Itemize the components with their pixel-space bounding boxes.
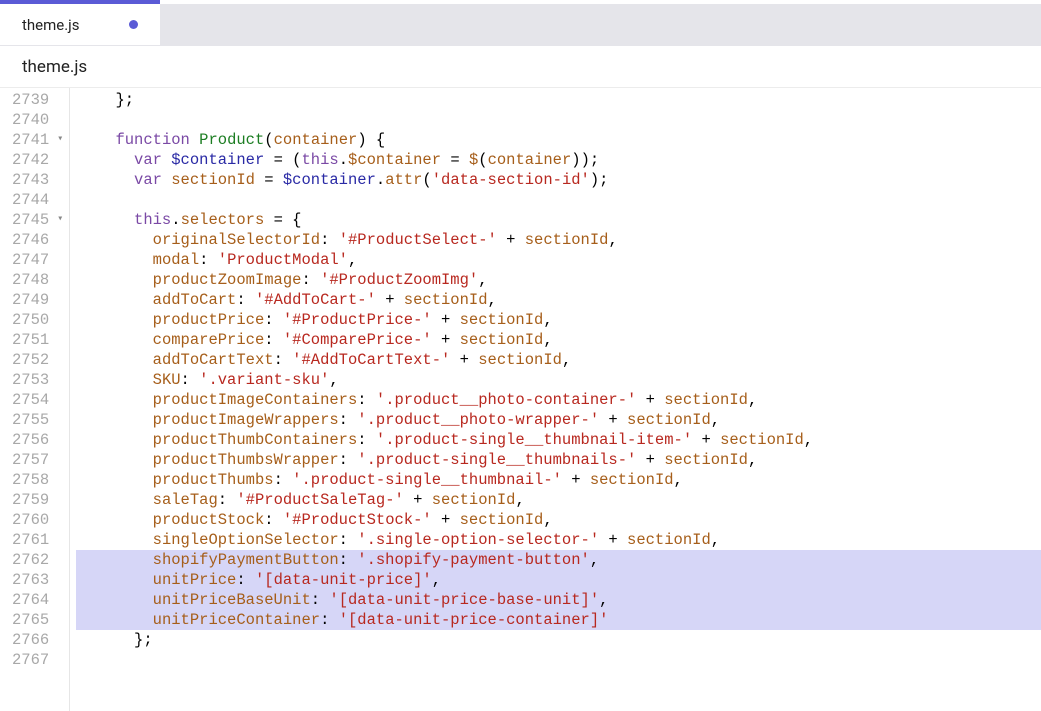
gutter-line: 2760	[12, 510, 63, 530]
code-line[interactable]: addToCart: '#AddToCart-' + sectionId,	[76, 290, 1041, 310]
gutter-line: 2756	[12, 430, 63, 450]
gutter-line: 2751	[12, 330, 63, 350]
gutter-line: 2757	[12, 450, 63, 470]
code-line[interactable]: function Product(container) {	[76, 130, 1041, 150]
breadcrumb: theme.js	[0, 46, 1041, 88]
gutter-line: 2754	[12, 390, 63, 410]
tab-theme-js[interactable]: theme.js	[0, 4, 160, 45]
code-line[interactable]: unitPriceContainer: '[data-unit-price-co…	[76, 610, 1041, 630]
code-line[interactable]: productThumbsWrapper: '.product-single__…	[76, 450, 1041, 470]
code-line[interactable]	[76, 190, 1041, 210]
code-line[interactable]: var $container = (this.$container = $(co…	[76, 150, 1041, 170]
code-line[interactable]: productImageWrappers: '.product__photo-w…	[76, 410, 1041, 430]
gutter-line: 2765	[12, 610, 63, 630]
gutter-line: 2764	[12, 590, 63, 610]
code-line[interactable]: productPrice: '#ProductPrice-' + section…	[76, 310, 1041, 330]
code-line[interactable]: singleOptionSelector: '.single-option-se…	[76, 530, 1041, 550]
gutter-line: 2763	[12, 570, 63, 590]
code-line[interactable]: unitPriceBaseUnit: '[data-unit-price-bas…	[76, 590, 1041, 610]
gutter-line: 2766	[12, 630, 63, 650]
code-line[interactable]: SKU: '.variant-sku',	[76, 370, 1041, 390]
code-line[interactable]: saleTag: '#ProductSaleTag-' + sectionId,	[76, 490, 1041, 510]
gutter-line: 2746	[12, 230, 63, 250]
code-area[interactable]: }; function Product(container) { var $co…	[70, 88, 1041, 711]
gutter-line: 2767	[12, 650, 63, 670]
code-line[interactable]: comparePrice: '#ComparePrice-' + section…	[76, 330, 1041, 350]
gutter-line: 2753	[12, 370, 63, 390]
code-line[interactable]: productImageContainers: '.product__photo…	[76, 390, 1041, 410]
gutter-line: 2759	[12, 490, 63, 510]
fold-arrow-icon[interactable]: ▾	[53, 210, 63, 230]
code-line[interactable]	[76, 110, 1041, 130]
code-line[interactable]: addToCartText: '#AddToCartText-' + secti…	[76, 350, 1041, 370]
code-line[interactable]: productZoomImage: '#ProductZoomImg',	[76, 270, 1041, 290]
gutter-line: 2749	[12, 290, 63, 310]
code-line[interactable]: productThumbs: '.product-single__thumbna…	[76, 470, 1041, 490]
gutter: 273927402741▾2742274327442745▾2746274727…	[0, 88, 70, 711]
gutter-line: 2752	[12, 350, 63, 370]
gutter-line: 2748	[12, 270, 63, 290]
gutter-line: 2761	[12, 530, 63, 550]
gutter-line: 2740	[12, 110, 63, 130]
code-line[interactable]: productThumbContainers: '.product-single…	[76, 430, 1041, 450]
gutter-line: 2755	[12, 410, 63, 430]
code-line[interactable]: shopifyPaymentButton: '.shopify-payment-…	[76, 550, 1041, 570]
gutter-line: 2745▾	[12, 210, 63, 230]
tab-bar: theme.js	[0, 4, 1041, 46]
fold-arrow-icon[interactable]: ▾	[53, 130, 63, 150]
breadcrumb-file: theme.js	[22, 57, 87, 77]
tab-label: theme.js	[22, 16, 80, 34]
gutter-line: 2750	[12, 310, 63, 330]
code-line[interactable]: originalSelectorId: '#ProductSelect-' + …	[76, 230, 1041, 250]
gutter-line: 2741▾	[12, 130, 63, 150]
code-line[interactable]: unitPrice: '[data-unit-price]',	[76, 570, 1041, 590]
code-editor[interactable]: 273927402741▾2742274327442745▾2746274727…	[0, 88, 1041, 711]
code-line[interactable]: modal: 'ProductModal',	[76, 250, 1041, 270]
gutter-line: 2742	[12, 150, 63, 170]
gutter-line: 2744	[12, 190, 63, 210]
gutter-line: 2747	[12, 250, 63, 270]
code-line[interactable]: this.selectors = {	[76, 210, 1041, 230]
gutter-line: 2762	[12, 550, 63, 570]
code-line[interactable]	[76, 650, 1041, 670]
dirty-indicator-icon	[129, 20, 138, 29]
code-line[interactable]: var sectionId = $container.attr('data-se…	[76, 170, 1041, 190]
code-line[interactable]: };	[76, 630, 1041, 650]
code-line[interactable]: productStock: '#ProductStock-' + section…	[76, 510, 1041, 530]
code-line[interactable]: };	[76, 90, 1041, 110]
gutter-line: 2743	[12, 170, 63, 190]
gutter-line: 2739	[12, 90, 63, 110]
gutter-line: 2758	[12, 470, 63, 490]
